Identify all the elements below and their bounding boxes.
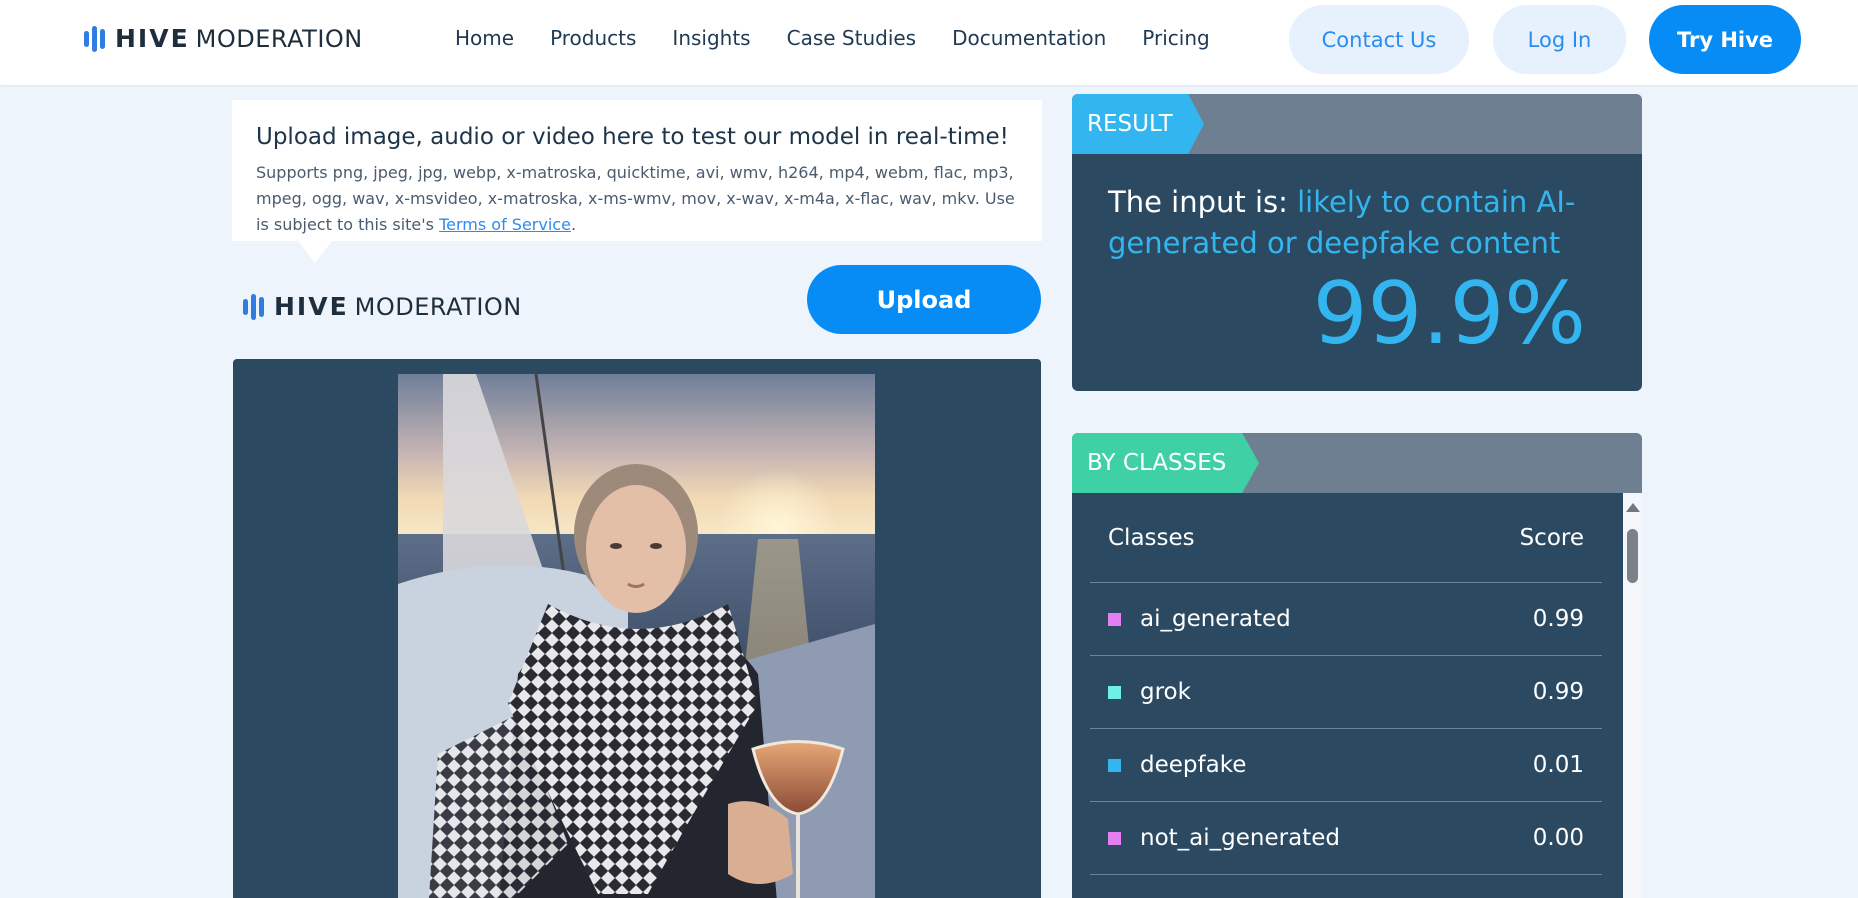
hive-logo-icon <box>84 25 105 52</box>
classes-table: Classes Score ai_generated 0.99 grok 0.9… <box>1090 493 1602 875</box>
table-row: deepfake 0.01 <box>1090 729 1602 802</box>
class-color-swatch <box>1108 758 1121 772</box>
upload-section-logo: HIVE MODERATION <box>243 292 522 321</box>
hive-logo-icon <box>243 293 264 320</box>
result-score: 99.9% <box>1312 264 1586 364</box>
nav-link-products[interactable]: Products <box>550 26 636 50</box>
upload-info-title: Upload image, audio or video here to tes… <box>256 124 1009 150</box>
top-nav: HIVE MODERATION Home Products Insights C… <box>0 0 1858 85</box>
result-tag: RESULT <box>1072 94 1204 154</box>
nav-link-home[interactable]: Home <box>455 26 514 50</box>
supported-formats-list: Supports png, jpeg, jpg, webp, x-matrosk… <box>256 163 1015 234</box>
nav-link-pricing[interactable]: Pricing <box>1142 26 1209 50</box>
scroll-up-arrow-icon[interactable] <box>1626 503 1640 512</box>
class-score: 0.99 <box>1532 606 1584 632</box>
by-classes-header: BY CLASSES <box>1072 433 1642 493</box>
uploaded-media-panel <box>233 359 1041 898</box>
info-card-pointer <box>298 241 332 263</box>
uploaded-image-preview <box>398 374 875 898</box>
class-name: grok <box>1140 679 1191 705</box>
contact-us-button[interactable]: Contact Us <box>1289 5 1469 74</box>
upload-button[interactable]: Upload <box>807 265 1041 334</box>
logo-product-text: MODERATION <box>354 292 522 321</box>
class-color-swatch <box>1108 612 1121 626</box>
table-row: ai_generated 0.99 <box>1090 583 1602 656</box>
class-name: not_ai_generated <box>1140 825 1340 851</box>
classes-scrollbar[interactable] <box>1623 493 1642 898</box>
log-in-button[interactable]: Log In <box>1493 5 1626 74</box>
class-score: 0.99 <box>1532 679 1584 705</box>
try-hive-button[interactable]: Try Hive <box>1649 5 1801 74</box>
logo-brand-text: HIVE <box>274 292 349 321</box>
class-score: 0.00 <box>1532 825 1584 851</box>
result-header: RESULT <box>1072 94 1642 154</box>
logo-product-text: MODERATION <box>195 24 363 53</box>
class-name: ai_generated <box>1140 606 1291 632</box>
class-score: 0.01 <box>1532 752 1584 778</box>
terms-of-service-link[interactable]: Terms of Service <box>439 215 571 234</box>
nav-link-insights[interactable]: Insights <box>672 26 750 50</box>
table-row: grok 0.99 <box>1090 656 1602 729</box>
class-color-swatch <box>1108 831 1121 845</box>
result-verdict: The input is: likely to contain AI-gener… <box>1108 182 1578 264</box>
by-classes-tag: BY CLASSES <box>1072 433 1259 493</box>
result-card: RESULT The input is: likely to contain A… <box>1072 94 1642 391</box>
upload-info-card: Upload image, audio or video here to tes… <box>232 100 1042 241</box>
class-color-swatch <box>1108 685 1121 699</box>
scrollbar-thumb[interactable] <box>1627 529 1638 583</box>
nav-link-case-studies[interactable]: Case Studies <box>787 26 917 50</box>
table-row: not_ai_generated 0.00 <box>1090 802 1602 875</box>
logo-brand-text: HIVE <box>115 24 190 53</box>
nav-link-documentation[interactable]: Documentation <box>952 26 1106 50</box>
terms-suffix: . <box>570 215 577 234</box>
column-header-score: Score <box>1519 524 1584 551</box>
nav-links: Home Products Insights Case Studies Docu… <box>455 26 1246 50</box>
result-prefix: The input is: <box>1108 185 1298 219</box>
column-header-classes: Classes <box>1108 524 1195 551</box>
class-name: deepfake <box>1140 752 1247 778</box>
classes-table-header: Classes Score <box>1090 493 1602 583</box>
hive-moderation-logo[interactable]: HIVE MODERATION <box>84 24 363 53</box>
by-classes-card: BY CLASSES Classes Score ai_generated 0.… <box>1072 433 1642 898</box>
supported-formats-text: Supports png, jpeg, jpg, webp, x-matrosk… <box>256 160 1018 238</box>
